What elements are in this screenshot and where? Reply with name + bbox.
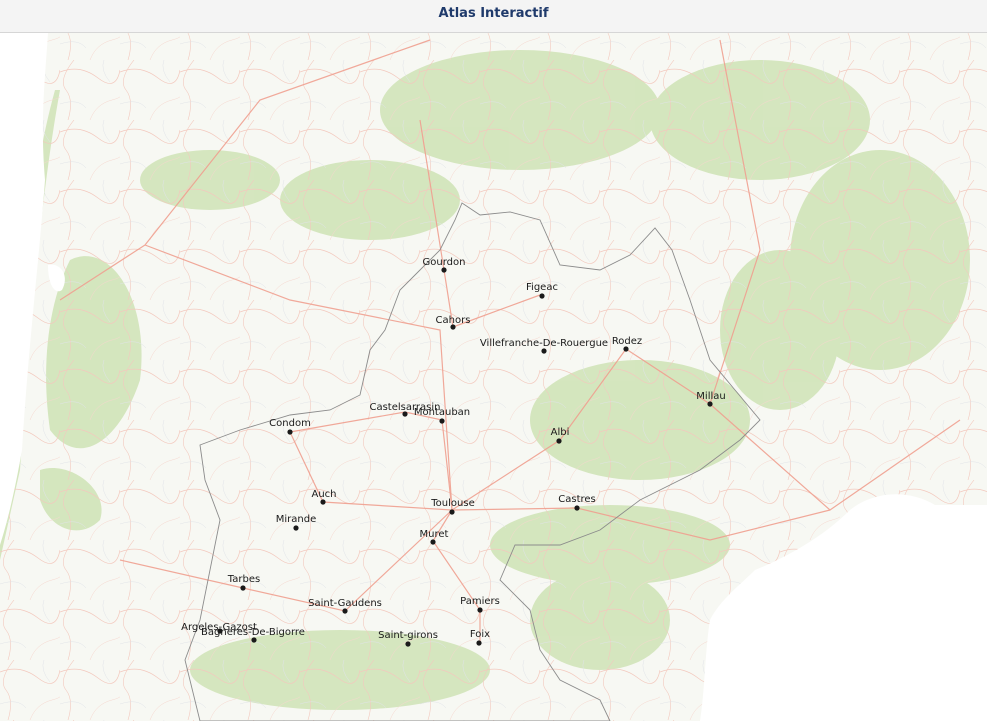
svg-text:Castres: Castres (558, 494, 596, 505)
svg-text:Saint-Gaudens: Saint-Gaudens (308, 598, 382, 609)
svg-text:Pamiers: Pamiers (460, 596, 500, 607)
svg-text:Bagneres-De-Bigorre: Bagneres-De-Bigorre (201, 627, 305, 638)
svg-text:Muret: Muret (420, 529, 449, 540)
svg-text:Millau: Millau (696, 391, 725, 402)
svg-text:Condom: Condom (269, 418, 311, 429)
svg-text:Tarbes: Tarbes (227, 574, 260, 585)
svg-text:Figeac: Figeac (526, 282, 558, 293)
svg-text:Saint-girons: Saint-girons (378, 630, 438, 641)
map-viewport[interactable]: Gourdon Figeac Cahors Villefranche-De-Ro… (0, 33, 987, 721)
svg-text:Mirande: Mirande (276, 514, 316, 525)
svg-text:Cahors: Cahors (436, 315, 471, 326)
map-canvas[interactable]: Gourdon Figeac Cahors Villefranche-De-Ro… (0, 33, 987, 721)
svg-text:Toulouse: Toulouse (430, 498, 474, 509)
svg-text:Gourdon: Gourdon (423, 257, 466, 268)
svg-text:Albi: Albi (551, 427, 570, 438)
svg-text:Auch: Auch (311, 489, 336, 500)
svg-text:Villefranche-De-Rouergue: Villefranche-De-Rouergue (480, 338, 608, 349)
svg-text:Rodez: Rodez (612, 336, 642, 347)
svg-text:Montauban: Montauban (414, 407, 470, 418)
app-header: Atlas Interactif (0, 0, 987, 33)
app-title: Atlas Interactif (438, 6, 549, 21)
svg-text:Foix: Foix (470, 629, 490, 640)
